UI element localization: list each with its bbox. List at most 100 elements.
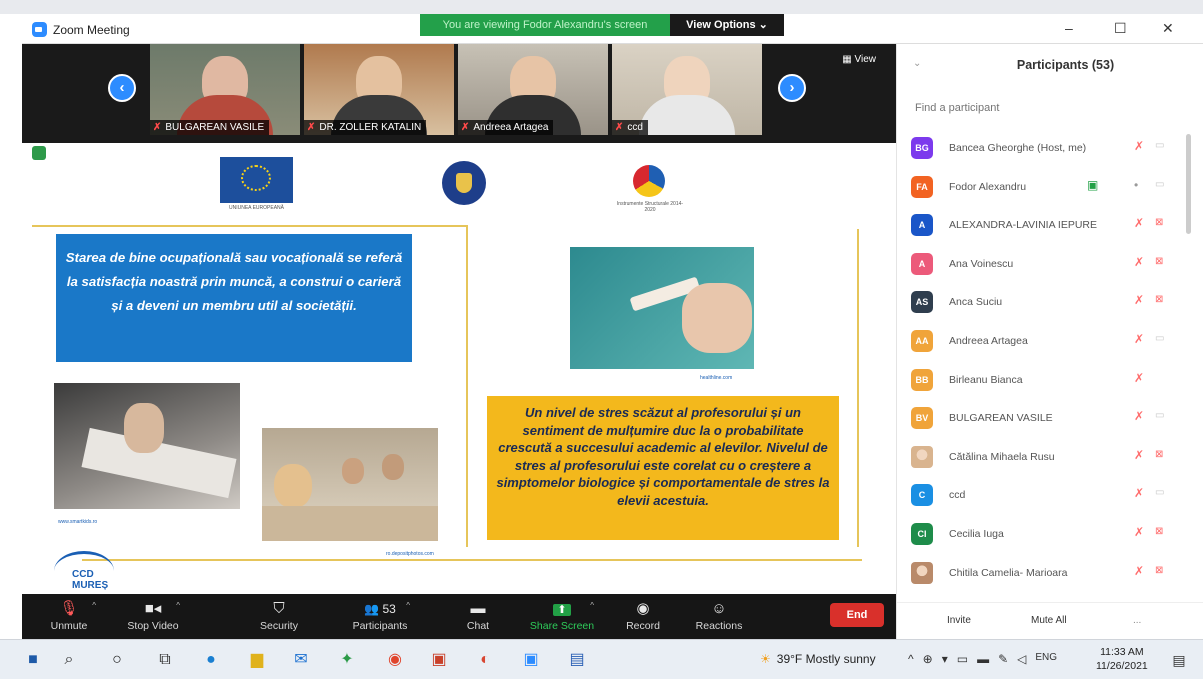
participant-search-input[interactable]: [915, 96, 1185, 120]
end-meeting-button[interactable]: End: [830, 603, 884, 627]
battery-icon[interactable]: ▬: [977, 652, 989, 666]
more-options-button[interactable]: ...: [1133, 615, 1141, 626]
participant-row[interactable]: Chitila Camelia- Marioara ✗ ⊠: [897, 556, 1203, 595]
search-icon[interactable]: ⌕: [58, 649, 80, 671]
mic-muted-icon[interactable]: ✗: [1134, 371, 1144, 385]
video-off-icon[interactable]: ⊠: [1155, 565, 1163, 576]
mic-muted-icon[interactable]: ✗: [1134, 486, 1144, 500]
invite-button[interactable]: Invite: [947, 615, 971, 626]
mail-icon[interactable]: ✉: [290, 649, 312, 671]
participant-avatar: BB: [911, 368, 933, 391]
app-icon[interactable]: ✦: [336, 649, 358, 671]
close-icon[interactable]: ✕: [1162, 20, 1174, 37]
usb-icon[interactable]: ▾: [942, 652, 948, 666]
windows-taskbar: ■ ⌕ ○ ⧉ ● ▆ ✉ ✦ ◉ ▣ ◐ ▣ ▤ ☀ 39°F Mostly …: [0, 639, 1203, 679]
participant-row[interactable]: A Ana Voinescu ✗ ⊠: [897, 247, 1203, 286]
video-off-icon[interactable]: ⊠: [1155, 449, 1163, 460]
participant-row[interactable]: A ALEXANDRA-LAVINIA IEPURE ✗ ⊠: [897, 208, 1203, 247]
mic-muted-icon[interactable]: ✗: [1134, 139, 1144, 153]
unmute-button[interactable]: 🎙 ^ Unmute: [34, 598, 104, 632]
language-indicator[interactable]: ENG: [1035, 652, 1057, 666]
participant-avatar: A: [911, 252, 933, 275]
network-icon[interactable]: ⊕: [923, 652, 933, 666]
video-off-icon[interactable]: ⊠: [1155, 256, 1163, 267]
participant-row[interactable]: FA Fodor Alexandru ▣ • ▭: [897, 170, 1203, 209]
powerpoint-icon[interactable]: ▣: [428, 649, 450, 671]
view-layout-button[interactable]: ▦ View: [842, 54, 876, 65]
video-on-icon[interactable]: ▭: [1155, 333, 1164, 344]
pen-icon[interactable]: ✎: [998, 652, 1008, 666]
filmstrip-prev-icon[interactable]: ‹: [108, 74, 136, 102]
mic-muted-icon[interactable]: ✗: [1134, 525, 1144, 539]
chevron-up-icon[interactable]: ^: [92, 601, 96, 610]
clock[interactable]: 11:33 AM 11/26/2021: [1096, 645, 1148, 673]
edge-browser-icon[interactable]: ●: [200, 649, 222, 671]
mic-muted-icon[interactable]: ✗: [1134, 216, 1144, 230]
mic-muted-icon[interactable]: ✗: [1134, 564, 1144, 578]
chevron-up-icon[interactable]: ^: [176, 601, 180, 610]
zoom-logo-icon: [32, 22, 47, 37]
weather-widget[interactable]: ☀ 39°F Mostly sunny: [760, 652, 876, 666]
video-on-icon[interactable]: ▭: [1155, 487, 1164, 498]
meeting-toolbar: 🎙 ^ Unmute ■◂ ^ Stop Video ⛉ Security 👥 …: [22, 594, 896, 639]
mic-muted-icon[interactable]: ✗: [1134, 409, 1144, 423]
video-on-icon[interactable]: ▭: [1155, 140, 1164, 151]
chevron-up-icon[interactable]: ^: [908, 652, 914, 666]
video-tile[interactable]: ✗ BULGAREAN VASILE: [150, 44, 300, 135]
volume-icon[interactable]: ◁: [1017, 652, 1026, 666]
participant-name: Anca Suciu: [949, 296, 1003, 309]
video-on-icon[interactable]: ▭: [1155, 179, 1164, 190]
video-tile[interactable]: ✗ ccd: [612, 44, 762, 135]
participant-row[interactable]: BV BULGAREAN VASILE ✗ ▭: [897, 401, 1203, 440]
mic-muted-icon[interactable]: ✗: [1134, 448, 1144, 462]
filmstrip-next-icon[interactable]: ›: [778, 74, 806, 102]
view-options-button[interactable]: View Options ⌄: [670, 14, 784, 36]
participant-row[interactable]: Cătălina Mihaela Rusu ✗ ⊠: [897, 440, 1203, 479]
chat-button[interactable]: ▬ Chat: [443, 598, 513, 632]
participant-row[interactable]: CI Cecilia Iuga ✗ ⊠: [897, 517, 1203, 556]
participants-button[interactable]: 👥 53 ^ Participants: [342, 598, 418, 632]
mic-muted-icon[interactable]: ✗: [1134, 332, 1144, 346]
mic-muted-icon[interactable]: •: [1134, 178, 1138, 192]
zoom-taskbar-icon[interactable]: ▣: [520, 649, 542, 671]
windows-start-icon[interactable]: ■: [22, 649, 44, 671]
reactions-button[interactable]: ☺ Reactions: [684, 598, 754, 632]
maximize-icon[interactable]: ☐: [1114, 20, 1127, 37]
mic-muted-icon[interactable]: ✗: [1134, 255, 1144, 269]
mute-all-button[interactable]: Mute All: [1031, 615, 1067, 626]
task-view-icon[interactable]: ⧉: [154, 649, 176, 671]
video-tile[interactable]: ✗ DR. ZOLLER KATALIN: [304, 44, 454, 135]
stop-video-button[interactable]: ■◂ ^ Stop Video: [118, 598, 188, 632]
security-button[interactable]: ⛉ Security: [244, 598, 314, 632]
chevron-up-icon[interactable]: ^: [406, 601, 410, 610]
video-off-icon[interactable]: ⊠: [1155, 217, 1163, 228]
participant-name: ccd: [949, 489, 966, 502]
share-screen-button[interactable]: ⬆ ^ Share Screen: [522, 598, 602, 632]
word-icon[interactable]: ▤: [566, 649, 588, 671]
zoom-window: Zoom Meeting You are viewing Fodor Alexa…: [0, 14, 1203, 639]
video-on-icon[interactable]: ▭: [1155, 410, 1164, 421]
participant-row[interactable]: AA Andreea Artagea ✗ ▭: [897, 324, 1203, 363]
participant-row[interactable]: BB Birleanu Bianca ✗: [897, 363, 1203, 402]
title-bar: Zoom Meeting You are viewing Fodor Alexa…: [22, 14, 1203, 44]
participant-row[interactable]: BG Bancea Gheorghe (Host, me) ✗ ▭: [897, 131, 1203, 170]
file-explorer-icon[interactable]: ▆: [246, 649, 268, 671]
chrome-profile-icon[interactable]: ◐: [474, 649, 496, 671]
chrome-icon[interactable]: ◉: [384, 649, 406, 671]
video-off-icon[interactable]: ⊠: [1155, 526, 1163, 537]
viewing-screen-banner: You are viewing Fodor Alexandru's screen: [420, 14, 670, 36]
minimize-icon[interactable]: –: [1065, 20, 1073, 36]
display-icon[interactable]: ▭: [957, 652, 968, 666]
frame-line: [32, 225, 468, 227]
participant-row[interactable]: AS Anca Suciu ✗ ⊠: [897, 285, 1203, 324]
chevron-up-icon[interactable]: ^: [590, 601, 594, 610]
notifications-icon[interactable]: ▤: [1168, 649, 1190, 671]
record-button[interactable]: ◉ Record: [608, 598, 678, 632]
participant-row[interactable]: Cccd ✗ ▭: [897, 478, 1203, 517]
stop-video-label: Stop Video: [127, 620, 179, 632]
mic-muted-icon[interactable]: ✗: [1134, 293, 1144, 307]
video-tile[interactable]: ✗ Andreea Artagea: [458, 44, 608, 135]
cortana-icon[interactable]: ○: [106, 649, 128, 671]
video-off-icon[interactable]: ⊠: [1155, 294, 1163, 305]
classroom-photo: [262, 428, 438, 541]
